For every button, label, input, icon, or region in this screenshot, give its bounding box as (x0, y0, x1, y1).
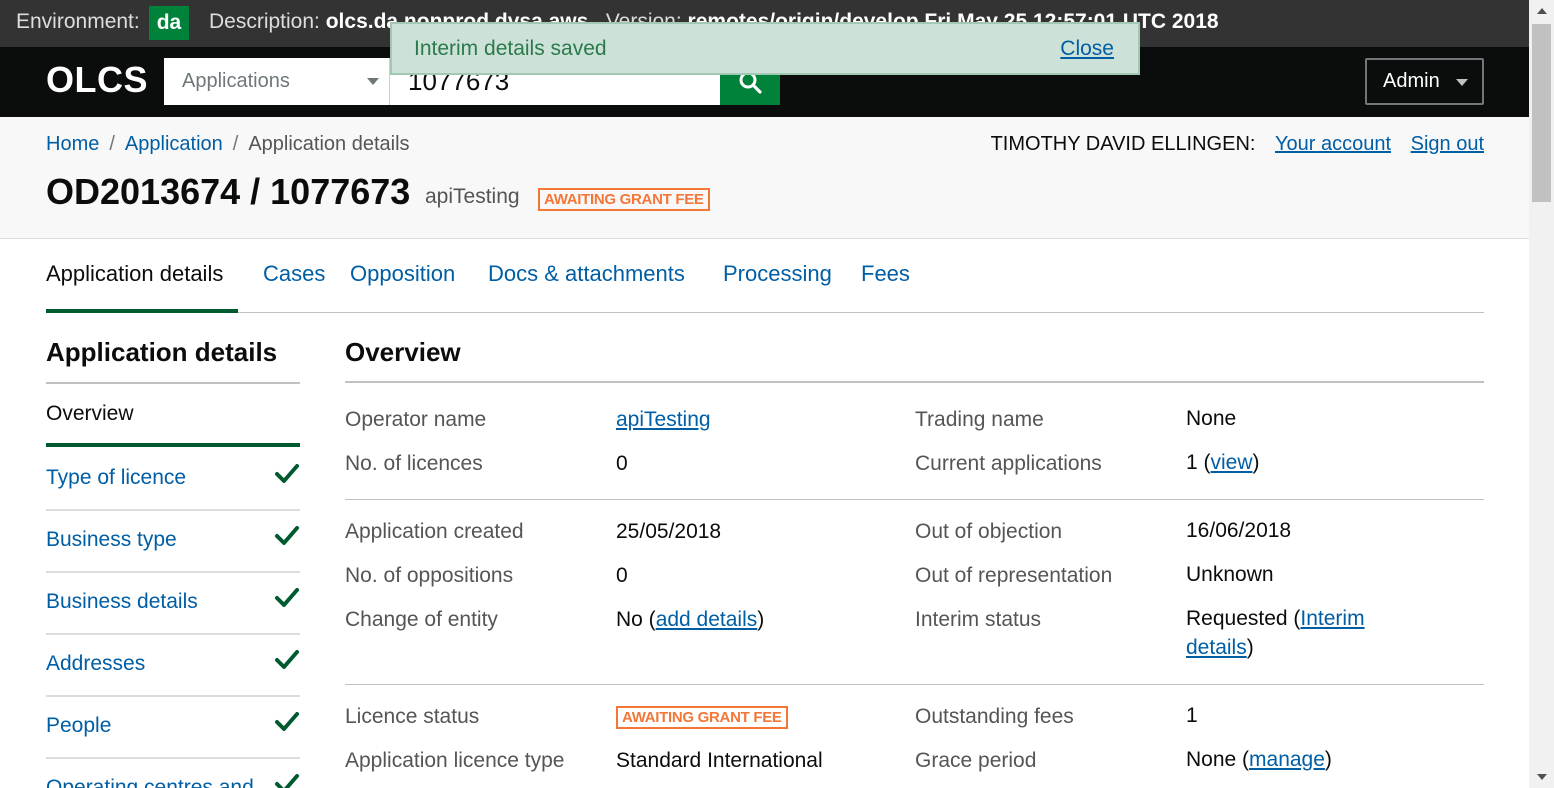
licences-label: No. of licences (345, 452, 483, 475)
scroll-thumb[interactable] (1532, 24, 1551, 202)
oppositions-label: No. of oppositions (345, 564, 514, 587)
flash-message: Interim details saved (414, 37, 607, 60)
licence-type-label: Application licence type (345, 749, 565, 772)
nav-item-label: Business type (46, 528, 177, 551)
admin-label: Admin (1383, 70, 1440, 92)
breadcrumb-application[interactable]: Application (125, 133, 223, 155)
divider (46, 382, 300, 384)
operator-name-label: Operator name (345, 408, 487, 431)
out-of-objection-label: Out of objection (915, 520, 1063, 543)
divider (345, 684, 1484, 685)
out-of-representation-value: Unknown (1186, 563, 1274, 586)
overview-heading: Overview (345, 337, 461, 367)
environment-badge: da (149, 6, 189, 40)
flash-close-link[interactable]: Close (1060, 37, 1114, 61)
breadcrumb-separator: / (109, 133, 115, 155)
environment-label: Environment: (16, 10, 140, 33)
operator-name-link[interactable]: apiTesting (616, 408, 711, 431)
out-of-objection-value: 16/06/2018 (1186, 519, 1292, 542)
nav-item-business-details[interactable]: Business details (46, 573, 300, 635)
divider (345, 381, 1484, 383)
application-created-value: 25/05/2018 (616, 520, 722, 543)
check-icon (275, 774, 299, 788)
user-bar: TIMOTHY DAVID ELLINGEN: Your account Sig… (991, 133, 1484, 156)
manage-grace-link[interactable]: manage (1249, 748, 1325, 771)
check-icon (275, 588, 299, 607)
tab-bar: Application details Cases Opposition Doc… (46, 239, 1484, 313)
nav-item-label: People (46, 714, 112, 737)
grace-period-value: None (manage) (1186, 748, 1332, 771)
interim-details-link[interactable]: details (1186, 636, 1247, 659)
current-applications-label: Current applications (915, 452, 1102, 475)
search-type-value: Applications (182, 70, 290, 92)
outstanding-fees-value: 1 (1186, 704, 1198, 727)
view-applications-link[interactable]: view (1211, 451, 1253, 474)
tab-fees[interactable]: Fees (861, 261, 910, 287)
tab-opposition[interactable]: Opposition (350, 261, 455, 287)
page-title: OD2013674 / 1077673 (46, 171, 411, 212)
current-item-indicator (46, 443, 300, 447)
breadcrumb-separator: / (232, 133, 239, 155)
trading-name-value: None (1186, 407, 1237, 430)
sign-out-link[interactable]: Sign out (1411, 133, 1484, 155)
nav-item-label: Business details (46, 590, 198, 613)
licences-value: 0 (616, 452, 628, 475)
grace-period-label: Grace period (915, 749, 1037, 772)
tab-cases[interactable]: Cases (263, 261, 325, 287)
change-of-entity-value: No (add details) (616, 608, 765, 631)
breadcrumb-current: Application details (248, 133, 410, 155)
olcs-logo[interactable]: OLCS (46, 59, 148, 101)
active-tab-indicator (46, 309, 238, 313)
chevron-down-icon (1456, 79, 1468, 86)
tab-docs-attachments[interactable]: Docs & attachments (488, 261, 685, 287)
page-header: Home / Application / Application details TIM… (0, 117, 1529, 239)
user-name: TIMOTHY DAVID ELLINGEN: (990, 133, 1256, 155)
search-type-select[interactable]: Applications (164, 58, 390, 105)
licence-status-label: Licence status (345, 705, 480, 728)
check-icon (275, 712, 299, 731)
interim-details-link[interactable]: Interim (1300, 607, 1364, 630)
change-of-entity-label: Change of entity (345, 608, 498, 631)
breadcrumb: Home / Application / Application details (46, 133, 410, 156)
operator-subtitle: apiTesting (425, 185, 520, 208)
trading-name-label: Trading name (915, 408, 1044, 431)
current-applications-value: 1 (view) (1186, 451, 1260, 474)
check-icon (275, 464, 299, 483)
interim-status-value: Requested (Interim details) (1186, 607, 1365, 659)
nav-item-label: Type of licence (46, 466, 187, 489)
oppositions-value: 0 (616, 564, 628, 587)
scroll-down-icon[interactable] (1537, 774, 1547, 780)
nav-item-addresses[interactable]: Addresses (46, 635, 300, 697)
outstanding-fees-label: Outstanding fees (915, 705, 1074, 728)
your-account-link[interactable]: Your account (1275, 133, 1391, 155)
out-of-representation-label: Out of representation (915, 564, 1113, 587)
check-icon (275, 650, 299, 669)
add-details-link[interactable]: add details (656, 608, 758, 631)
nav-item-label: Operating centres and (46, 776, 254, 788)
admin-menu-button[interactable]: Admin (1365, 58, 1484, 105)
tab-application-details[interactable]: Application details (46, 261, 223, 287)
chevron-down-icon (367, 78, 379, 85)
tab-processing[interactable]: Processing (723, 261, 832, 287)
nav-item-type-of-licence[interactable]: Type of licence (46, 449, 300, 511)
status-badge: AWAITING GRANT FEE (538, 188, 710, 211)
licence-status-badge: AWAITING GRANT FEE (616, 706, 788, 729)
nav-item-overview[interactable]: Overview (46, 402, 134, 426)
check-icon (275, 526, 299, 545)
page-scrollbar[interactable] (1529, 0, 1554, 788)
nav-item-operating-centres[interactable]: Operating centres and (46, 759, 300, 788)
licence-type-value: Standard International (616, 749, 823, 772)
section-nav-heading: Application details (46, 337, 278, 367)
nav-item-label: Addresses (46, 652, 146, 675)
application-created-label: Application created (345, 520, 524, 543)
scroll-up-icon[interactable] (1537, 8, 1547, 14)
interim-status-label: Interim status (915, 608, 1042, 631)
nav-item-people[interactable]: People (46, 697, 300, 759)
flash-notice: Interim details saved Close (390, 22, 1140, 75)
divider (345, 499, 1484, 500)
nav-item-business-type[interactable]: Business type (46, 511, 300, 573)
breadcrumb-home[interactable]: Home (46, 133, 99, 155)
